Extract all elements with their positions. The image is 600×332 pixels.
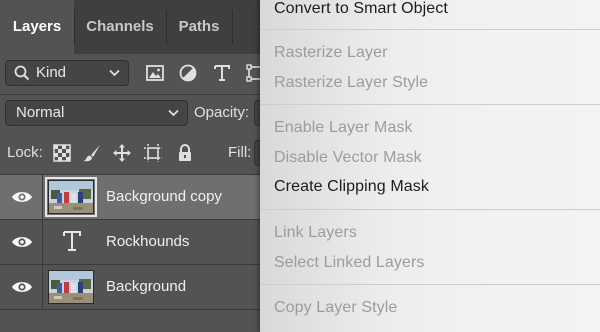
menu-item-rasterize-layer-style: Rasterize Layer Style [274,74,429,91]
menu-item-enable-layer-mask: Enable Layer Mask [274,119,413,136]
menu-item-rasterize-layer: Rasterize Layer [274,44,388,61]
tab-layers[interactable]: Layers [0,0,74,54]
layer-context-menu: Convert to Smart Object Rasterize Layer … [260,0,600,332]
layer-thumbnail[interactable] [45,177,97,217]
tab-channels[interactable]: Channels [74,0,166,54]
row-divider [42,265,43,309]
layer-thumbnail[interactable] [48,270,94,304]
row-divider [42,175,43,219]
lock-icon[interactable] [175,143,195,163]
menu-separator [260,284,600,285]
layers-list-empty-area [0,310,262,332]
panel-divider [0,94,262,95]
layer-name[interactable]: Background [106,278,186,295]
menu-item-convert-to-smart-object[interactable]: Convert to Smart Object [274,0,448,18]
layer-row[interactable]: Background copy [0,175,262,220]
layer-name[interactable]: Rockhounds [106,233,189,250]
panel-tab-bar: Layers Channels Paths [0,0,262,54]
adjustment-filter-icon[interactable] [178,63,198,83]
filter-kind-label: Kind [36,64,67,81]
menu-item-disable-vector-mask: Disable Vector Mask [274,149,422,166]
menu-separator [260,29,600,30]
blend-mode-value: Normal [16,104,65,121]
layer-row[interactable]: Background [0,265,262,310]
blend-mode-select[interactable]: Normal [5,100,188,126]
chevron-down-icon [109,69,120,77]
pixel-filter-icon[interactable] [145,63,165,83]
chevron-down-icon [168,109,179,117]
layer-name[interactable]: Background copy [106,188,222,205]
brush-icon[interactable] [82,143,102,163]
text-layer-icon [63,231,81,251]
layers-panel: Layers Channels Paths Kind Normal Opacit… [0,0,262,332]
search-icon [14,65,30,81]
tab-paths[interactable]: Paths [166,0,232,54]
menu-item-create-clipping-mask[interactable]: Create Clipping Mask [274,178,429,196]
row-divider [42,220,43,264]
lock-transparent-pixels-icon[interactable] [52,143,72,163]
menu-separator [260,209,600,210]
tab-divider [232,10,233,44]
menu-item-select-linked-layers: Select Linked Layers [274,254,425,271]
menu-separator [260,104,600,105]
fill-label: Fill: [228,144,252,161]
menu-item-link-layers: Link Layers [274,224,357,241]
artboard-lock-icon[interactable] [143,143,163,163]
lock-label: Lock: [7,144,43,161]
eye-icon[interactable] [11,279,33,295]
menu-item-copy-layer-style: Copy Layer Style [274,299,398,316]
opacity-label: Opacity: [194,104,250,121]
filter-kind-select[interactable]: Kind [5,60,129,86]
move-icon[interactable] [112,143,132,163]
layer-row[interactable]: Rockhounds [0,220,262,265]
eye-icon[interactable] [11,189,33,205]
eye-icon[interactable] [11,234,33,250]
type-filter-icon[interactable] [212,63,232,83]
